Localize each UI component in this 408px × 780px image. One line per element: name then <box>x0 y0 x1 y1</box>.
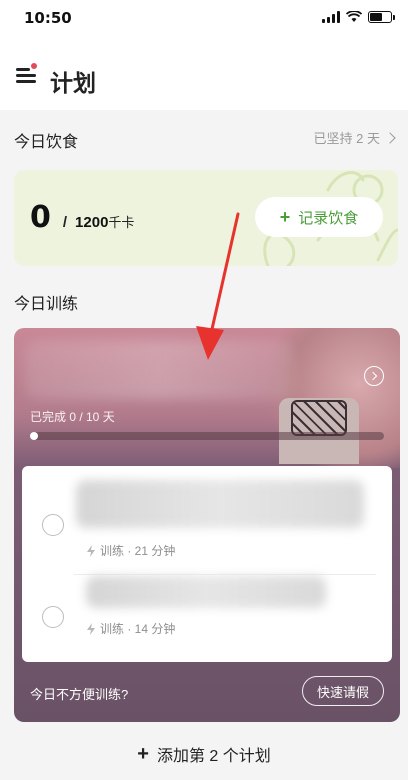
header: 计划 <box>0 38 408 110</box>
calorie-summary: 0 / 1200 千卡 <box>30 200 134 235</box>
menu-icon[interactable] <box>16 63 37 84</box>
streak-text: 已坚持 2 天 <box>313 131 380 146</box>
plan-cover-figure <box>279 398 359 464</box>
battery-icon <box>368 11 395 23</box>
workout-divider <box>74 574 376 575</box>
notification-dot <box>31 63 37 69</box>
diet-card[interactable]: 0 / 1200 千卡 + 记录饮食 <box>14 170 398 266</box>
calorie-current: 0 <box>30 200 51 235</box>
training-plan-card[interactable]: 已完成 0 / 10 天 训练 · 21 分钟 训练 · 14 分钟 今日不方便… <box>14 328 400 722</box>
radio-circle-icon[interactable] <box>42 514 64 536</box>
not-convenient-text: 今日不方便训练? <box>30 687 129 702</box>
workout-meta-text: 训练 · 21 分钟 <box>100 544 176 558</box>
workout-item[interactable]: 训练 · 21 分钟 <box>22 480 392 576</box>
log-diet-label: 记录饮食 <box>298 209 359 227</box>
calorie-goal: 1200 <box>75 214 109 231</box>
quick-leave-button[interactable]: 快速请假 <box>302 676 384 706</box>
plan-progress-text: 已完成 0 / 10 天 <box>30 410 115 424</box>
page-title: 计划 <box>50 70 96 96</box>
workout-meta-text: 训练 · 14 分钟 <box>100 622 176 636</box>
add-plan-label: 添加第 2 个计划 <box>156 748 271 765</box>
status-bar: 10:50 <box>0 0 408 38</box>
calorie-slash: / <box>62 214 68 231</box>
plan-detail-chevron-icon[interactable] <box>364 366 384 386</box>
workout-title-blurred <box>86 576 326 608</box>
plus-icon: + <box>137 742 149 765</box>
bolt-icon <box>87 544 95 557</box>
status-icons <box>322 11 395 23</box>
streak-link[interactable]: 已坚持 2 天 <box>313 128 396 147</box>
signal-icon <box>322 11 340 23</box>
diet-section-title: 今日饮食 <box>14 134 79 151</box>
plan-progress-knob <box>30 432 38 440</box>
plan-progress-bar <box>30 432 384 440</box>
radio-circle-icon[interactable] <box>42 606 64 628</box>
log-diet-button[interactable]: + 记录饮食 <box>255 197 383 237</box>
workout-item[interactable]: 训练 · 14 分钟 <box>22 576 392 672</box>
training-section-title: 今日训练 <box>14 296 79 313</box>
plan-title-blurred <box>24 340 294 400</box>
workout-meta: 训练 · 21 分钟 <box>86 542 175 559</box>
workout-meta: 训练 · 14 分钟 <box>86 620 175 637</box>
workout-list: 训练 · 21 分钟 训练 · 14 分钟 <box>22 466 392 662</box>
bolt-icon <box>87 622 95 635</box>
add-plan-button[interactable]: + 添加第 2 个计划 <box>0 742 408 766</box>
chevron-right-icon <box>384 131 396 144</box>
workout-title-blurred <box>76 480 364 528</box>
calorie-unit: 千卡 <box>108 215 135 230</box>
status-time: 10:50 <box>24 9 72 27</box>
wifi-icon <box>346 11 362 22</box>
plus-icon: + <box>279 206 291 227</box>
